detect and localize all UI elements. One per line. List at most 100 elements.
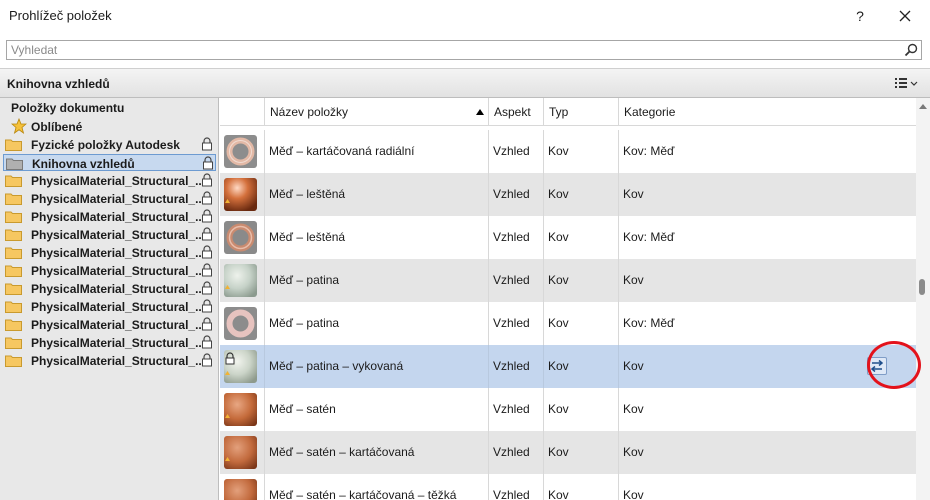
tree-item-physical-material[interactable]: PhysicalMaterial_Structural_...	[3, 244, 216, 261]
tree-item-physical-material[interactable]: PhysicalMaterial_Structural_...	[3, 298, 216, 315]
table-row[interactable]: Měď – leštěná Vzhled Kov Kov	[220, 173, 916, 216]
search-input[interactable]	[7, 41, 895, 59]
item-type: Kov	[543, 173, 618, 216]
item-name: Měď – leštěná	[264, 216, 488, 259]
patina-sphere-thumbnail	[224, 350, 257, 383]
title-bar: Prohlížeč položek ?	[0, 0, 930, 32]
column-type[interactable]: Typ	[543, 98, 618, 126]
folder-icon	[5, 336, 22, 349]
item-aspect: Vzhled	[488, 474, 543, 500]
lock-icon	[201, 335, 213, 349]
item-type: Kov	[543, 431, 618, 474]
item-type: Kov	[543, 216, 618, 259]
tree-item-autodesk-physical[interactable]: Fyzické položky Autodesk	[3, 136, 216, 153]
thumbnail-cell	[220, 130, 264, 173]
tree-item-label: Fyzické položky Autodesk	[31, 138, 180, 152]
tree-item-physical-material[interactable]: PhysicalMaterial_Structural_...	[3, 334, 216, 351]
tree-item-appearance-library[interactable]: Knihovna vzhledů	[3, 154, 216, 171]
star-icon	[10, 117, 28, 134]
item-aspect: Vzhled	[488, 216, 543, 259]
item-category: Kov	[618, 474, 916, 500]
tree-item-label: PhysicalMaterial_Structural_...	[31, 210, 201, 224]
column-category[interactable]: Kategorie	[618, 98, 916, 126]
tree-item-physical-material[interactable]: PhysicalMaterial_Structural_...	[3, 226, 216, 243]
table-row[interactable]: Měď – satén – kartáčovaná Vzhled Kov Kov	[220, 431, 916, 474]
tree-item-label: PhysicalMaterial_Structural_...	[31, 354, 201, 368]
tree-item-label: PhysicalMaterial_Structural_...	[31, 192, 201, 206]
copper-sphere-thumbnail	[224, 178, 257, 211]
close-icon[interactable]	[893, 4, 917, 28]
item-aspect: Vzhled	[488, 259, 543, 302]
search-box[interactable]	[6, 40, 922, 60]
scroll-up-icon[interactable]	[919, 104, 927, 109]
satin-sphere-thumbnail	[224, 479, 257, 500]
folder-icon	[5, 192, 22, 205]
satin-sphere-thumbnail	[224, 436, 257, 469]
item-name: Měď – kartáčovaná radiální	[264, 130, 488, 173]
item-name: Měď – satén – kartáčovaná – těžká	[264, 474, 488, 500]
table-row[interactable]: Měď – patina Vzhled Kov Kov: Měď	[220, 302, 916, 345]
table-row[interactable]: Měď – leštěná Vzhled Kov Kov: Měď	[220, 216, 916, 259]
item-name: Měď – satén – kartáčovaná	[264, 431, 488, 474]
tree-item-label: PhysicalMaterial_Structural_...	[31, 264, 201, 278]
lock-icon	[201, 173, 213, 187]
item-type: Kov	[543, 259, 618, 302]
list-view-icon[interactable]	[893, 75, 919, 91]
item-name: Měď – patina	[264, 302, 488, 345]
tree-item-physical-material[interactable]: PhysicalMaterial_Structural_...	[3, 172, 216, 189]
highlight-circle	[867, 341, 921, 389]
item-aspect: Vzhled	[488, 345, 543, 388]
table-row-selected[interactable]: Měď – patina – vykovaná Vzhled Kov Kov	[220, 345, 916, 388]
column-header: Název položky Aspekt Typ Kategorie	[220, 98, 916, 126]
lock-icon	[201, 245, 213, 259]
lock-icon	[201, 263, 213, 277]
item-name: Měď – satén	[264, 388, 488, 431]
item-category: Kov	[618, 388, 916, 431]
item-aspect: Vzhled	[488, 388, 543, 431]
table-row[interactable]: Měď – patina Vzhled Kov Kov	[220, 259, 916, 302]
tree-item-physical-material[interactable]: PhysicalMaterial_Structural_...	[3, 208, 216, 225]
column-aspect[interactable]: Aspekt	[488, 98, 543, 126]
thumbnail-cell	[220, 259, 264, 302]
table-row[interactable]: Měď – satén Vzhled Kov Kov	[220, 388, 916, 431]
lock-icon	[201, 299, 213, 313]
library-header: Knihovna vzhledů	[0, 68, 930, 98]
tree-item-favorites[interactable]: Oblíbené	[3, 117, 216, 135]
copper-ring-thumbnail	[224, 307, 257, 340]
item-name: Měď – leštěná	[264, 173, 488, 216]
folder-icon	[5, 264, 22, 277]
column-name[interactable]: Název položky	[264, 98, 488, 126]
lock-icon	[201, 209, 213, 223]
folder-icon	[5, 318, 22, 331]
tree-item-physical-material[interactable]: PhysicalMaterial_Structural_...	[3, 316, 216, 333]
thumbnail-cell	[220, 302, 264, 345]
tree-item-label: PhysicalMaterial_Structural_...	[31, 282, 201, 296]
folder-icon	[5, 300, 22, 313]
item-aspect: Vzhled	[488, 431, 543, 474]
table-row[interactable]: Měď – satén – kartáčovaná – těžká Vzhled…	[220, 474, 916, 500]
column-aspect-label: Aspekt	[494, 105, 531, 119]
tree-item-physical-material[interactable]: PhysicalMaterial_Structural_...	[3, 352, 216, 369]
item-category: Kov: Měď	[618, 216, 916, 259]
column-name-label: Název položky	[270, 105, 349, 119]
tree-item-physical-material[interactable]: PhysicalMaterial_Structural_...	[3, 190, 216, 207]
library-tree: Položky dokumentu Oblíbené Fyzické polož…	[0, 98, 219, 500]
item-aspect: Vzhled	[488, 302, 543, 345]
item-type: Kov	[543, 302, 618, 345]
thumbnail-cell	[220, 345, 264, 388]
scrollbar-thumb[interactable]	[919, 279, 925, 295]
tree-item-label: PhysicalMaterial_Structural_...	[31, 174, 201, 188]
tree-item-physical-material[interactable]: PhysicalMaterial_Structural_...	[3, 262, 216, 279]
search-icon[interactable]	[903, 42, 919, 58]
table-row[interactable]: Měď – kartáčovaná radiální Vzhled Kov Ko…	[220, 130, 916, 173]
thumbnail-cell	[220, 474, 264, 500]
item-aspect: Vzhled	[488, 130, 543, 173]
vertical-scrollbar[interactable]	[916, 98, 930, 500]
tree-item-physical-material[interactable]: PhysicalMaterial_Structural_...	[3, 280, 216, 297]
tree-heading: Položky dokumentu	[11, 101, 125, 115]
patina-sphere-thumbnail	[224, 264, 257, 297]
item-category: Kov	[618, 431, 916, 474]
thumbnail-cell	[220, 216, 264, 259]
help-button[interactable]: ?	[848, 4, 872, 28]
tree-item-label: Oblíbené	[31, 120, 83, 134]
